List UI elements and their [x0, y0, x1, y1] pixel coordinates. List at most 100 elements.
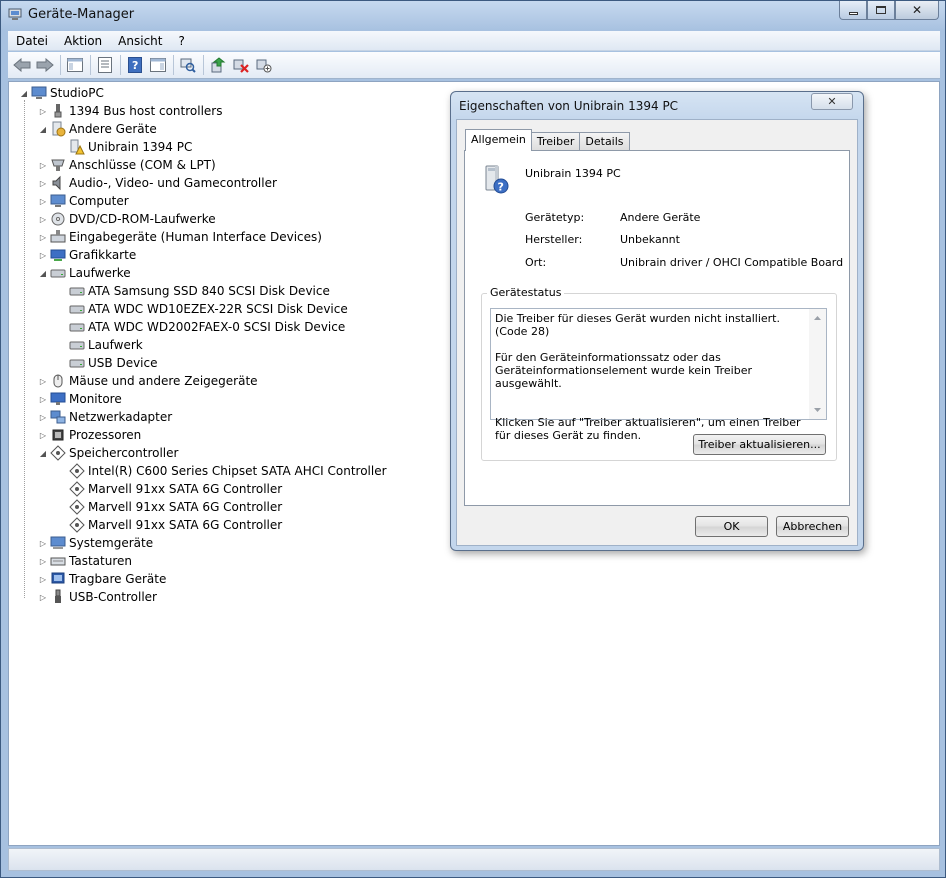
expand-arrow-icon[interactable]: ▷ — [38, 179, 48, 188]
close-button[interactable]: ✕ — [895, 1, 939, 20]
tree-category-item[interactable]: ▷ Tragbare Geräte — [38, 570, 166, 588]
show-hide-console-button[interactable] — [64, 54, 86, 76]
tree-category-item[interactable]: ▷ Audio-, Video- und Gamecontroller — [38, 174, 277, 192]
arrow-left-icon — [13, 58, 31, 72]
uninstall-icon — [233, 59, 249, 73]
menu-datei[interactable]: Datei — [8, 34, 56, 48]
collapse-arrow-icon[interactable]: ◢ — [19, 89, 29, 98]
back-button[interactable] — [11, 54, 33, 76]
status-bar — [8, 848, 940, 871]
title-bar[interactable]: Geräte-Manager ✕ — [1, 1, 945, 29]
tree-guide-line — [24, 100, 25, 598]
tab-treiber[interactable]: Treiber — [530, 132, 581, 151]
tree-category-item[interactable]: ▷ DVD/CD-ROM-Laufwerke — [38, 210, 216, 228]
menu-help[interactable]: ? — [170, 34, 192, 48]
help-button[interactable]: ? — [124, 54, 146, 76]
tree-category-item[interactable]: ▷ Systemgeräte — [38, 534, 153, 552]
tree-device-item[interactable]: Marvell 91xx SATA 6G Controller — [57, 480, 282, 498]
tree-category-item[interactable]: ◢ Laufwerke — [38, 264, 131, 282]
tree-category-item[interactable]: ▷ Grafikkarte — [38, 246, 136, 264]
menu-aktion[interactable]: Aktion — [56, 34, 110, 48]
location-value: Unibrain driver / OHCI Compatible Board — [620, 256, 844, 269]
tree-device-item[interactable]: Marvell 91xx SATA 6G Controller — [57, 498, 282, 516]
tree-device-item[interactable]: USB Device — [57, 354, 158, 372]
update-driver-button[interactable]: Treiber aktualisieren... — [693, 434, 826, 455]
tree-category-item[interactable]: ▷ Tastaturen — [38, 552, 132, 570]
tree-device-item[interactable]: ATA WDC WD10EZEX-22R SCSI Disk Device — [57, 300, 348, 318]
properties-button[interactable] — [94, 54, 116, 76]
maximize-button[interactable] — [867, 1, 895, 20]
expand-arrow-icon[interactable]: ▷ — [38, 215, 48, 224]
tree-category-item[interactable]: ◢ Andere Geräte — [38, 120, 157, 138]
expand-arrow-icon[interactable]: ▷ — [38, 251, 48, 260]
tree-item-label: DVD/CD-ROM-Laufwerke — [69, 212, 216, 226]
ok-button[interactable]: OK — [695, 516, 768, 537]
expand-arrow-icon[interactable]: ▷ — [38, 233, 48, 242]
tab-details[interactable]: Details — [579, 132, 630, 151]
dialog-body: Allgemein Treiber Details ? Unibrain 139… — [456, 119, 858, 546]
action-pane-button[interactable] — [147, 54, 169, 76]
minimize-icon — [848, 11, 858, 15]
expand-arrow-icon[interactable]: ▷ — [38, 377, 48, 386]
tree-category-item[interactable]: ▷ Prozessoren — [38, 426, 141, 444]
tree-item-label: Grafikkarte — [69, 248, 137, 262]
tree-item-label: Marvell 91xx SATA 6G Controller — [88, 500, 283, 514]
speaker-icon — [52, 175, 61, 191]
expand-arrow-icon[interactable]: ▷ — [38, 431, 48, 440]
tree-category-item[interactable]: ▷ Monitore — [38, 390, 122, 408]
tree-root[interactable]: ◢ StudioPC — [19, 84, 104, 102]
device-status-textbox[interactable]: Die Treiber für dieses Gerät wurden nich… — [490, 308, 827, 442]
scan-hardware-button[interactable] — [177, 54, 199, 76]
tree-category-item[interactable]: ▷ 1394 Bus host controllers — [38, 102, 222, 120]
tree-device-item[interactable]: Unibrain 1394 PC — [57, 138, 192, 156]
controller-icon — [69, 463, 85, 479]
expand-arrow-icon[interactable]: ▷ — [38, 197, 48, 206]
tree-category-item[interactable]: ▷ Anschlüsse (COM & LPT) — [38, 156, 216, 174]
dialog-close-button[interactable]: ✕ — [811, 93, 853, 110]
expand-arrow-icon[interactable]: ▷ — [38, 161, 48, 170]
tree-category-item[interactable]: ▷ Netzwerkadapter — [38, 408, 172, 426]
tree-category-item[interactable]: ▷ USB-Controller — [38, 588, 157, 606]
tree-device-item[interactable]: ATA Samsung SSD 840 SCSI Disk Device — [57, 282, 330, 300]
tree-category-item[interactable]: ◢ Speichercontroller — [38, 444, 178, 462]
network-icon — [50, 410, 66, 424]
tree-category-item[interactable]: ▷ Eingabegeräte (Human Interface Devices) — [38, 228, 322, 246]
status-scrollbar[interactable] — [809, 309, 826, 419]
expand-arrow-icon[interactable]: ▷ — [38, 575, 48, 584]
collapse-arrow-icon[interactable]: ◢ — [38, 269, 48, 278]
collapse-arrow-icon[interactable]: ◢ — [38, 449, 48, 458]
tree-device-item[interactable]: Marvell 91xx SATA 6G Controller — [57, 516, 282, 534]
expand-arrow-icon[interactable]: ▷ — [38, 593, 48, 602]
hid-icon — [50, 230, 66, 243]
tree-category-item[interactable]: ▷ Computer — [38, 192, 129, 210]
minimize-button[interactable] — [839, 1, 867, 20]
unknown-device-icon: ? — [485, 165, 509, 194]
collapse-arrow-icon[interactable]: ◢ — [38, 125, 48, 134]
expand-arrow-icon[interactable]: ▷ — [38, 107, 48, 116]
keyboard-icon — [50, 557, 66, 566]
controller-icon — [69, 481, 85, 497]
disk-drive-icon — [50, 269, 66, 278]
device-status-text: Die Treiber für dieses Gerät wurden nich… — [495, 312, 801, 442]
manufacturer-value: Unbekannt — [620, 233, 680, 246]
menu-ansicht[interactable]: Ansicht — [110, 34, 170, 48]
expand-arrow-icon[interactable]: ▷ — [38, 413, 48, 422]
tab-allgemein[interactable]: Allgemein — [465, 129, 532, 151]
system-icon — [50, 536, 66, 549]
toolbar: ? — [8, 52, 940, 79]
tree-device-item[interactable]: Intel(R) C600 Series Chipset SATA AHCI C… — [57, 462, 387, 480]
tree-device-item[interactable]: ATA WDC WD2002FAEX-0 SCSI Disk Device — [57, 318, 345, 336]
usb-icon — [55, 589, 61, 603]
tree-device-item[interactable]: Laufwerk — [57, 336, 143, 354]
update-driver-button[interactable] — [207, 54, 229, 76]
expand-arrow-icon[interactable]: ▷ — [38, 395, 48, 404]
forward-button[interactable] — [34, 54, 56, 76]
tree-category-item[interactable]: ▷ Mäuse und andere Zeigegeräte — [38, 372, 258, 390]
expand-arrow-icon[interactable]: ▷ — [38, 539, 48, 548]
uninstall-button[interactable] — [230, 54, 252, 76]
tree-item-label: Monitore — [69, 392, 122, 406]
disable-button[interactable] — [253, 54, 275, 76]
tree-item-label: Computer — [69, 194, 129, 208]
cancel-button[interactable]: Abbrechen — [776, 516, 849, 537]
expand-arrow-icon[interactable]: ▷ — [38, 557, 48, 566]
